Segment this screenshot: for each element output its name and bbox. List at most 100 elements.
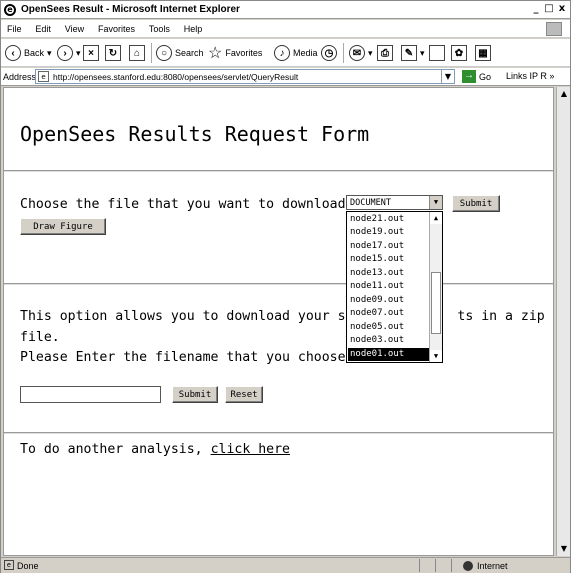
print-button[interactable]: ⎙	[377, 43, 396, 63]
edit-dropdown-icon: ▾	[420, 47, 425, 58]
status-panes	[419, 559, 467, 572]
research-icon: ▦	[475, 45, 491, 61]
dropdown-option[interactable]: node13.out	[348, 267, 431, 280]
print-icon: ⎙	[377, 45, 393, 61]
links-toolbar[interactable]: Links IP R »	[506, 71, 554, 81]
minimize-button[interactable]: _	[530, 3, 542, 15]
mail-icon: ✉	[349, 45, 365, 61]
messenger-icon: ✿	[451, 45, 467, 61]
scroll-up-icon[interactable]: ▲	[430, 212, 442, 224]
scroll-down-icon[interactable]: ▼	[557, 542, 571, 556]
address-url: http://opensees.stanford.edu:8080/opense…	[53, 72, 299, 82]
status-pane	[435, 559, 451, 572]
mail-dropdown-icon: ▾	[368, 47, 373, 58]
history-icon: ◷	[321, 45, 337, 61]
divider	[4, 170, 553, 172]
go-arrow-icon: →	[462, 70, 476, 83]
click-here-link[interactable]: click here	[211, 442, 290, 457]
zip-option-text-2: file.	[20, 330, 60, 345]
window-controls: _ □ x	[530, 3, 568, 15]
scroll-thumb[interactable]	[431, 272, 441, 334]
refresh-button[interactable]: ↻	[105, 43, 124, 63]
page-heading: OpenSees Results Request Form	[20, 122, 370, 146]
address-dropdown-icon[interactable]: ▼	[441, 70, 454, 83]
menu-favorites[interactable]: Favorites	[98, 24, 135, 34]
zip-option-text: This option allows you to download your …	[20, 309, 545, 324]
browser-window: e OpenSees Result - Microsoft Internet E…	[0, 0, 571, 573]
dropdown-option[interactable]: node09.out	[348, 294, 431, 307]
file-select-value: DOCUMENT	[350, 198, 391, 208]
draw-figure-button[interactable]: Draw Figure	[20, 218, 106, 235]
star-icon: ☆	[208, 45, 223, 62]
edit-icon: ✎	[401, 45, 417, 61]
edit-button[interactable]: ✎ ▾	[401, 43, 425, 63]
dropdown-option[interactable]: node03.out	[348, 334, 431, 347]
divider	[4, 432, 553, 434]
dropdown-option[interactable]: node17.out	[348, 240, 431, 253]
stop-icon: ×	[83, 45, 99, 61]
zip-line1-b: ts in a zip	[457, 309, 545, 324]
menu-file[interactable]: File	[7, 24, 22, 34]
file-dropdown-list[interactable]: node21.out node19.out node17.out node15.…	[346, 211, 443, 363]
media-button[interactable]: ♪ Media	[274, 43, 318, 63]
back-label: Back	[24, 48, 45, 58]
discuss-button[interactable]	[429, 43, 448, 63]
status-text: Done	[17, 561, 39, 571]
go-label: Go	[479, 71, 492, 82]
reset-button[interactable]: Reset	[225, 386, 263, 403]
menu-edit[interactable]: Edit	[35, 24, 51, 34]
close-button[interactable]: x	[556, 3, 568, 15]
menu-view[interactable]: View	[65, 24, 84, 34]
dropdown-option[interactable]: node15.out	[348, 253, 431, 266]
discuss-icon	[429, 45, 445, 61]
favorites-label: Favorites	[225, 48, 263, 58]
page-scrollbar[interactable]: ▲ ▼	[556, 87, 570, 556]
file-select[interactable]: DOCUMENT ▼	[346, 195, 443, 210]
media-label: Media	[293, 48, 318, 58]
forward-dropdown-icon: ▾	[76, 47, 81, 58]
menu-tools[interactable]: Tools	[149, 24, 170, 34]
favorites-button[interactable]: ☆ Favorites	[208, 43, 262, 63]
zip-line1-a: This option allows you to download your …	[20, 309, 362, 324]
divider	[4, 283, 553, 285]
filename-input[interactable]	[20, 386, 161, 403]
dropdown-option[interactable]: node05.out	[348, 321, 431, 334]
dropdown-option[interactable]: node11.out	[348, 280, 431, 293]
maximize-button[interactable]: □	[543, 3, 555, 15]
scroll-down-icon[interactable]: ▼	[430, 350, 442, 362]
go-button[interactable]: → Go	[462, 70, 491, 83]
dropdown-option-selected[interactable]: node01.out	[348, 348, 431, 361]
choose-file-text: Choose the file that you want to downloa…	[20, 197, 354, 212]
dropdown-option[interactable]: node19.out	[348, 226, 431, 239]
windows-flag-icon	[546, 22, 562, 36]
back-button[interactable]: ‹ Back ▾	[5, 43, 52, 63]
submit-file-button[interactable]: Submit	[452, 195, 500, 212]
scroll-up-icon[interactable]: ▲	[557, 87, 571, 101]
forward-button[interactable]: › ▾	[57, 43, 81, 63]
messenger-button[interactable]: ✿	[451, 43, 470, 63]
search-button[interactable]: ○ Search	[156, 43, 204, 63]
home-icon: ⌂	[129, 45, 145, 61]
search-label: Search	[175, 48, 204, 58]
page-status-icon: e	[4, 560, 14, 570]
refresh-icon: ↻	[105, 45, 121, 61]
address-input[interactable]: e http://opensees.stanford.edu:8080/open…	[35, 69, 455, 84]
dropdown-scrollbar[interactable]: ▲ ▼	[429, 212, 442, 362]
submit-filename-button[interactable]: Submit	[172, 386, 218, 403]
status-bar: e Done Internet	[1, 557, 570, 573]
toolbar-divider	[151, 43, 152, 63]
menu-bar: File Edit View Favorites Tools Help	[1, 20, 570, 38]
toolbar-divider	[343, 43, 344, 63]
dropdown-option[interactable]: node21.out	[348, 213, 431, 226]
menu-help[interactable]: Help	[184, 24, 203, 34]
another-analysis-label: To do another analysis,	[20, 442, 203, 457]
history-button[interactable]: ◷	[321, 43, 340, 63]
mail-button[interactable]: ✉ ▾	[349, 43, 373, 63]
home-button[interactable]: ⌂	[129, 43, 148, 63]
research-button[interactable]: ▦	[475, 43, 494, 63]
stop-button[interactable]: ×	[83, 43, 102, 63]
enter-filename-text: Please Enter the filename that you choos…	[20, 350, 354, 365]
page-content: OpenSees Results Request Form Choose the…	[3, 87, 554, 556]
links-label: Links	[506, 71, 528, 81]
dropdown-option[interactable]: node07.out	[348, 307, 431, 320]
